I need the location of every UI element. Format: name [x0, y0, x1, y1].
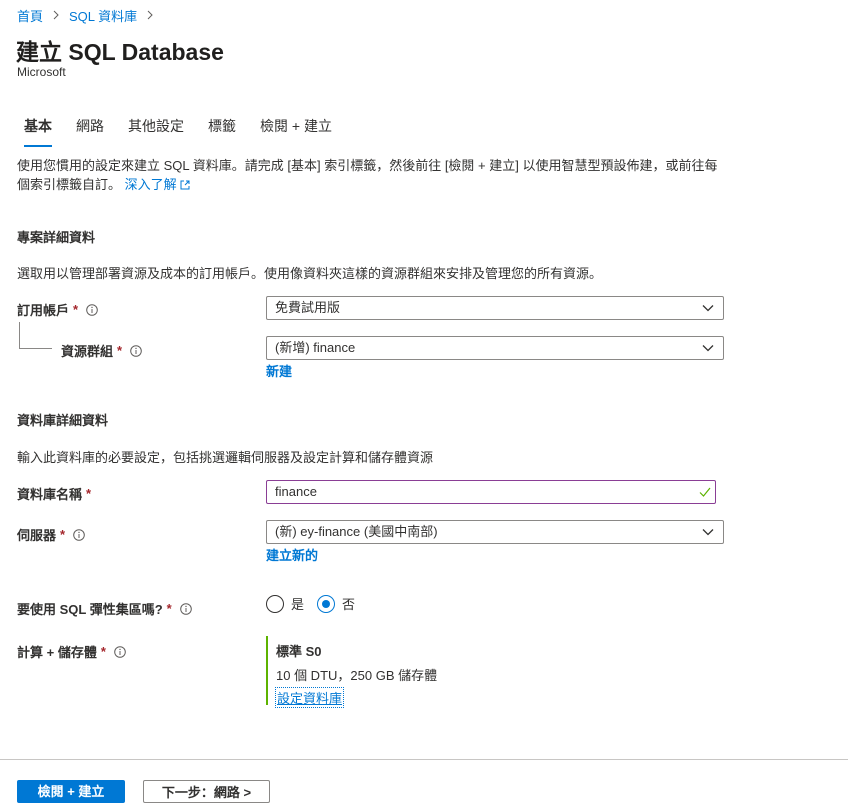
- required-mark: *: [60, 527, 66, 542]
- elastic-pool-radio-group: 是 否: [266, 594, 355, 613]
- intro-text: 使用您慣用的設定來建立 SQL 資料庫。請完成 [基本] 索引標籤，然後前往 […: [17, 158, 718, 192]
- create-resource-group-link[interactable]: 新建: [266, 361, 292, 380]
- chevron-down-icon: [702, 305, 714, 312]
- tab-review-create[interactable]: 檢閱 + 建立: [252, 117, 340, 147]
- resource-group-dropdown[interactable]: (新增) finance: [266, 336, 724, 360]
- compute-storage-label-text: 計算 + 儲存體: [17, 645, 97, 660]
- required-mark: *: [166, 601, 172, 616]
- chevron-right-icon: [53, 10, 59, 20]
- external-link-icon: [180, 180, 190, 190]
- resource-group-label-text: 資源群組: [61, 344, 114, 359]
- database-name-label-text: 資料庫名稱: [17, 487, 83, 502]
- project-details-heading: 專案詳細資料: [17, 230, 96, 245]
- compute-tier: 標準 S0: [276, 644, 322, 659]
- elastic-pool-no-radio[interactable]: [317, 594, 336, 613]
- database-details-heading: 資料庫詳細資料: [17, 413, 109, 428]
- server-label: 伺服器 *: [17, 525, 85, 544]
- learn-more-link[interactable]: 深入了解: [125, 177, 190, 192]
- required-mark: *: [117, 343, 123, 358]
- tab-tags[interactable]: 標籤: [200, 117, 244, 147]
- tree-connector: [19, 322, 52, 349]
- database-details-description: 輸入此資料庫的必要設定，包括挑選邏輯伺服器及設定計算和儲存體資源: [17, 450, 434, 465]
- footer-divider: [0, 759, 848, 760]
- required-mark: *: [73, 302, 79, 317]
- review-create-button[interactable]: 檢閱 + 建立: [17, 780, 125, 803]
- configure-database-link[interactable]: 設定資料庫: [274, 687, 345, 708]
- next-networking-button[interactable]: 下一步：網路 >: [143, 780, 270, 803]
- server-dropdown[interactable]: (新) ey-finance (美國中南部): [266, 520, 724, 544]
- info-icon[interactable]: [130, 344, 142, 357]
- compute-detail: 10 個 DTU，250 GB 儲存體: [276, 668, 438, 683]
- elastic-pool-label-text: 要使用 SQL 彈性集區嗎?: [17, 602, 163, 617]
- subscription-dropdown[interactable]: 免費試用版: [266, 296, 724, 320]
- required-mark: *: [86, 486, 92, 501]
- compute-storage-label: 計算 + 儲存體 *: [17, 642, 126, 661]
- subscription-label: 訂用帳戶 *: [17, 300, 98, 319]
- compute-summary: 標準 S0 10 個 DTU，250 GB 儲存體 設定資料庫: [266, 636, 438, 708]
- subscription-label-text: 訂用帳戶: [17, 303, 70, 318]
- intro-description: 使用您慣用的設定來建立 SQL 資料庫。請完成 [基本] 索引標籤，然後前往 […: [17, 156, 727, 194]
- learn-more-label: 深入了解: [124, 177, 177, 192]
- publisher-label: Microsoft: [17, 65, 66, 79]
- info-icon[interactable]: [114, 645, 126, 658]
- chevron-right-icon: [147, 10, 153, 20]
- info-icon[interactable]: [73, 528, 85, 541]
- checkmark-icon: [699, 487, 711, 497]
- breadcrumb: 首頁 SQL 資料庫: [17, 6, 155, 24]
- elastic-pool-yes-radio[interactable]: [266, 594, 284, 613]
- project-details-description: 選取用以管理部署資源及成本的訂用帳戶。使用像資料夾這樣的資源群組來安排及管理您的…: [17, 266, 603, 281]
- chevron-down-icon: [702, 529, 714, 536]
- tab-basics[interactable]: 基本: [16, 117, 60, 147]
- info-icon[interactable]: [179, 602, 192, 615]
- breadcrumb-sql-databases-link[interactable]: SQL 資料庫: [69, 6, 137, 25]
- tab-additional-settings[interactable]: 其他設定: [120, 117, 192, 147]
- database-name-input[interactable]: finance: [266, 480, 716, 504]
- resource-group-value: (新增) finance: [275, 340, 356, 355]
- breadcrumb-home-link[interactable]: 首頁: [17, 6, 43, 25]
- database-name-value: finance: [275, 484, 317, 499]
- resource-group-label: 資源群組 *: [61, 341, 142, 360]
- info-icon[interactable]: [86, 303, 98, 316]
- subscription-value: 免費試用版: [275, 300, 341, 315]
- elastic-pool-no-label: 否: [342, 597, 356, 612]
- page-title: 建立 SQL Database: [16, 39, 224, 65]
- chevron-down-icon: [702, 345, 714, 352]
- server-value: (新) ey-finance (美國中南部): [275, 524, 438, 539]
- tab-networking[interactable]: 網路: [68, 117, 112, 147]
- database-name-label: 資料庫名稱 *: [17, 484, 91, 503]
- elastic-pool-label: 要使用 SQL 彈性集區嗎? *: [17, 599, 192, 618]
- required-mark: *: [100, 644, 106, 659]
- tab-bar: 基本 網路 其他設定 標籤 檢閱 + 建立: [16, 117, 348, 147]
- elastic-pool-yes-label: 是: [291, 597, 305, 612]
- server-label-text: 伺服器: [17, 528, 57, 543]
- create-server-link[interactable]: 建立新的: [266, 545, 318, 564]
